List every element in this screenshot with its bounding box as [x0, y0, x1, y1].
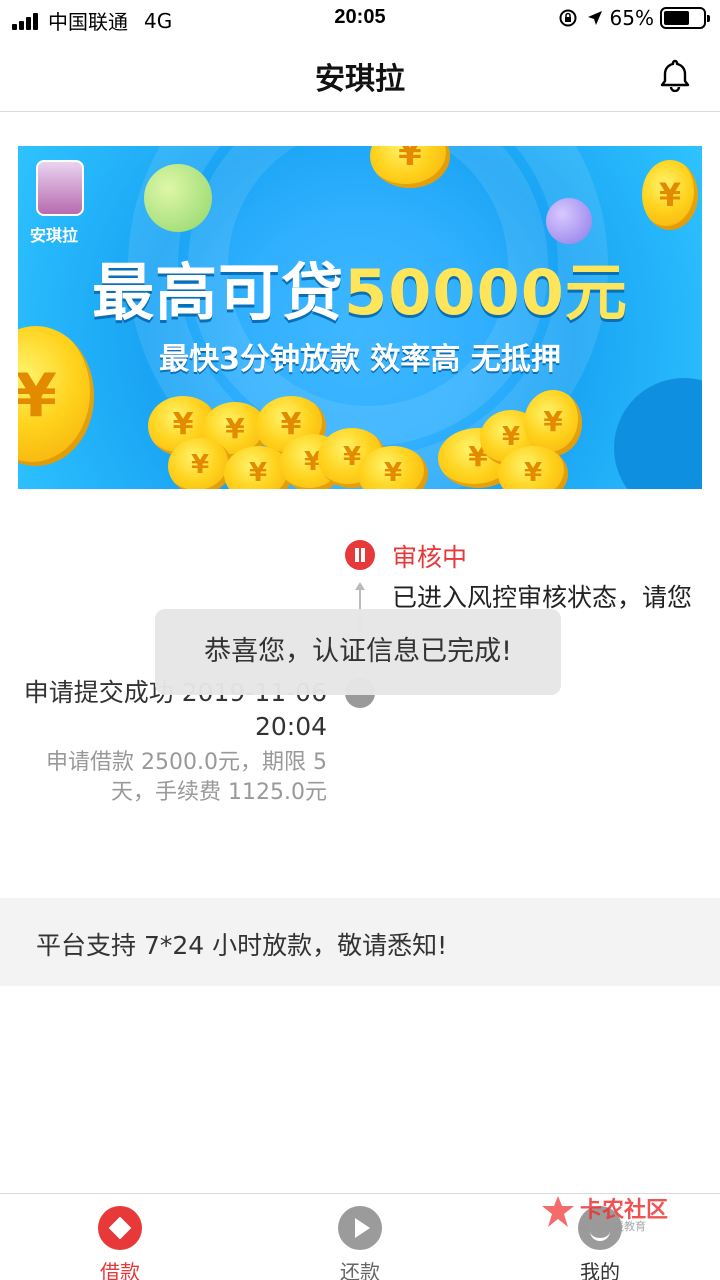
status-right: 65% [558, 6, 710, 30]
pause-icon [345, 540, 375, 570]
nav-header: 安琪拉 [0, 36, 720, 112]
promo-banner[interactable]: ¥ ¥ ¥ ¥ ¥ ¥ ¥ ¥ ¥ ¥ ¥ ¥ ¥ ¥ ¥ 安琪拉 最高可贷50… [18, 146, 702, 489]
tab-repay[interactable]: 还款 [300, 1206, 420, 1280]
tab-borrow[interactable]: 借款 [60, 1206, 180, 1280]
headline-amount: 50000元 [344, 256, 628, 329]
tab-borrow-label: 借款 [100, 1260, 140, 1280]
notice-text: 平台支持 7*24 小时放款，敬请悉知! [36, 931, 448, 960]
watermark: 卡农社区 金融在线教育 [540, 1192, 690, 1236]
blue-bubble [614, 378, 702, 489]
review-status: 审核中 [392, 543, 468, 572]
watermark-logo-icon [542, 1196, 574, 1227]
bell-icon[interactable] [660, 58, 690, 92]
toast-message: 恭喜您，认证信息已完成! [155, 609, 561, 695]
coin-icon: ¥ [168, 438, 232, 489]
rotation-lock-icon [559, 9, 577, 27]
coin-icon: ¥ [642, 160, 698, 230]
tab-repay-label: 还款 [340, 1260, 380, 1280]
battery-icon [660, 7, 710, 29]
diamond-icon [98, 1206, 142, 1250]
page-title: 安琪拉 [315, 62, 405, 97]
headline-prefix: 最高可贷 [92, 256, 345, 329]
loan-detail: 申请借款 2500.0元，期限 5天，手续费 1125.0元 [46, 750, 327, 805]
play-icon [338, 1206, 382, 1250]
purple-bubble [546, 198, 592, 244]
green-bubble [144, 164, 212, 232]
app-logo [36, 160, 84, 216]
location-arrow-icon [587, 11, 602, 25]
tab-mine-label: 我的 [580, 1260, 620, 1280]
status-bar: 中国联通 4G 20:05 65% [0, 0, 720, 36]
notice-strip: 平台支持 7*24 小时放款，敬请悉知! [0, 898, 720, 986]
watermark-subtitle: 金融在线教育 [580, 1220, 646, 1233]
banner-headline: 最高可贷50000元 [18, 242, 702, 332]
banner-subtitle: 最快3分钟放款 效率高 无抵押 [159, 342, 561, 377]
battery-percent: 65% [609, 6, 654, 30]
